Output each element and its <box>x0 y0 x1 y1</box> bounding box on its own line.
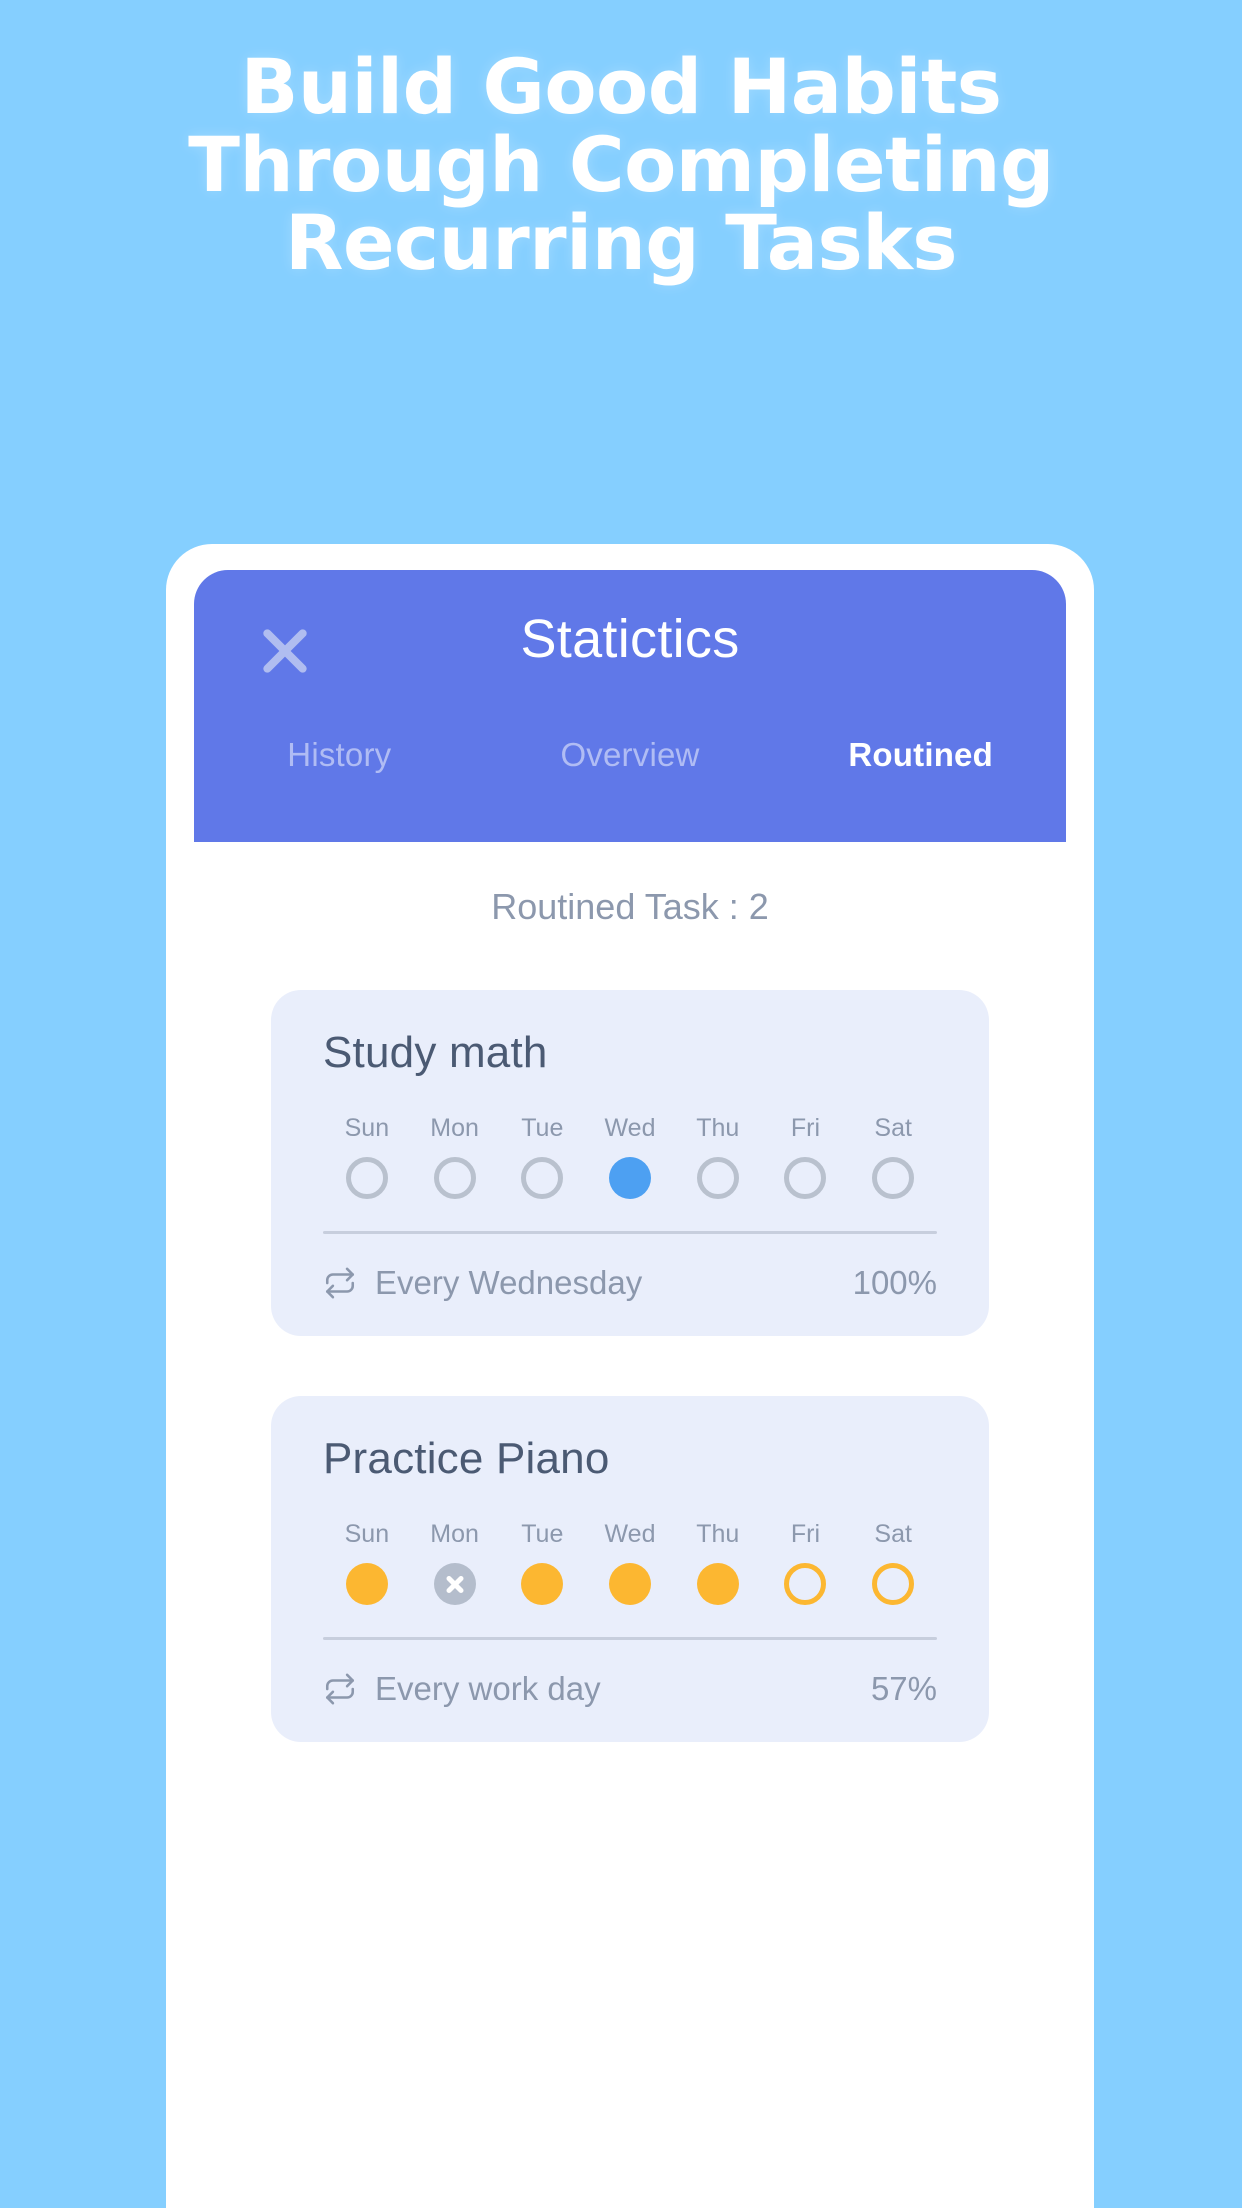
day-label: Tue <box>521 1114 564 1142</box>
day-cell-tue[interactable]: Tue <box>498 1520 586 1605</box>
headline-line-3: Recurring Tasks <box>284 198 958 287</box>
day-cell-wed[interactable]: Wed <box>586 1520 674 1605</box>
completion-percent: 57% <box>870 1670 937 1707</box>
task-title: Study math <box>323 1028 548 1077</box>
promo-headline: Build Good Habits Through Completing Rec… <box>0 48 1242 282</box>
routined-task-count: Routined Task : 2 <box>491 886 769 927</box>
day-label: Mon <box>430 1520 479 1548</box>
day-label: Tue <box>521 1520 564 1548</box>
tab-routined[interactable]: Routined <box>775 736 1066 774</box>
app-header-top: Statictics <box>194 570 1066 730</box>
tab-overview[interactable]: Overview <box>485 736 776 774</box>
day-status-dot[interactable] <box>784 1563 827 1605</box>
day-status-dot[interactable] <box>521 1157 564 1199</box>
day-label: Fri <box>790 1520 821 1548</box>
page-title: Statictics <box>520 609 740 669</box>
day-status-dot[interactable] <box>696 1157 739 1199</box>
day-status-dot[interactable] <box>521 1563 564 1605</box>
day-status-dot[interactable] <box>345 1157 388 1199</box>
card-footer: Every Wednesday 100% <box>323 1264 937 1302</box>
day-label: Fri <box>790 1114 821 1142</box>
day-label: Sat <box>874 1114 912 1142</box>
day-cell-tue[interactable]: Tue <box>498 1114 586 1199</box>
repeat-label: Every work day <box>375 1670 601 1707</box>
day-cell-mon[interactable]: Mon <box>411 1520 499 1605</box>
day-cell-sat[interactable]: Sat <box>849 1520 937 1605</box>
day-cell-fri[interactable]: Fri <box>762 1114 850 1199</box>
day-cell-mon[interactable]: Mon <box>411 1114 499 1199</box>
tab-history[interactable]: History <box>194 736 485 774</box>
phone-mockup: Statictics History Overview Routined Rou… <box>166 544 1094 2208</box>
day-label: Sun <box>344 1520 390 1548</box>
day-cell-thu[interactable]: Thu <box>674 1520 762 1605</box>
day-cell-thu[interactable]: Thu <box>674 1114 762 1199</box>
day-status-dot[interactable] <box>784 1157 827 1199</box>
routined-task-card[interactable]: Practice Piano Sun Mon Tue Wed Thu Fri S… <box>271 1396 989 1742</box>
content-area: Routined Task : 2 Study math Sun Mon Tue <box>166 842 1094 1742</box>
headline-line-2: Through Completing <box>188 120 1054 209</box>
day-cell-wed[interactable]: Wed <box>586 1114 674 1199</box>
day-status-dot[interactable] <box>345 1563 388 1605</box>
task-title: Practice Piano <box>323 1434 610 1483</box>
day-label: Thu <box>696 1114 740 1142</box>
repeat-label: Every Wednesday <box>375 1264 643 1301</box>
day-label: Wed <box>604 1114 656 1142</box>
day-status-dot[interactable] <box>433 1157 476 1199</box>
card-footer: Every work day 57% <box>323 1670 937 1708</box>
tab-bar: History Overview Routined <box>194 736 1066 774</box>
day-status-dot[interactable] <box>609 1157 652 1199</box>
card-divider <box>323 1231 937 1234</box>
repeat-icon <box>323 1266 357 1300</box>
weekday-row: Sun Mon Tue Wed Thu Fri Sat <box>323 1114 937 1199</box>
day-label: Mon <box>430 1114 479 1142</box>
completion-percent: 100% <box>852 1264 937 1301</box>
app-header: Statictics History Overview Routined <box>194 570 1066 842</box>
routined-task-card[interactable]: Study math Sun Mon Tue Wed Thu Fri Sat E… <box>271 990 989 1336</box>
headline-line-1: Build Good Habits <box>240 42 1002 131</box>
day-status-dot-skipped[interactable] <box>433 1563 476 1605</box>
day-cell-fri[interactable]: Fri <box>762 1520 850 1605</box>
weekday-row: Sun Mon Tue Wed Thu Fri Sat <box>323 1520 937 1605</box>
repeat-icon <box>323 1672 357 1706</box>
day-label: Sat <box>874 1520 912 1548</box>
day-cell-sun[interactable]: Sun <box>323 1114 411 1199</box>
day-status-dot[interactable] <box>609 1563 652 1605</box>
day-label: Wed <box>604 1520 656 1548</box>
day-label: Thu <box>696 1520 740 1548</box>
day-cell-sat[interactable]: Sat <box>849 1114 937 1199</box>
day-status-dot[interactable] <box>872 1157 915 1199</box>
day-cell-sun[interactable]: Sun <box>323 1520 411 1605</box>
day-status-dot[interactable] <box>872 1563 915 1605</box>
day-label: Sun <box>344 1114 390 1142</box>
day-status-dot[interactable] <box>696 1563 739 1605</box>
card-divider <box>323 1637 937 1640</box>
